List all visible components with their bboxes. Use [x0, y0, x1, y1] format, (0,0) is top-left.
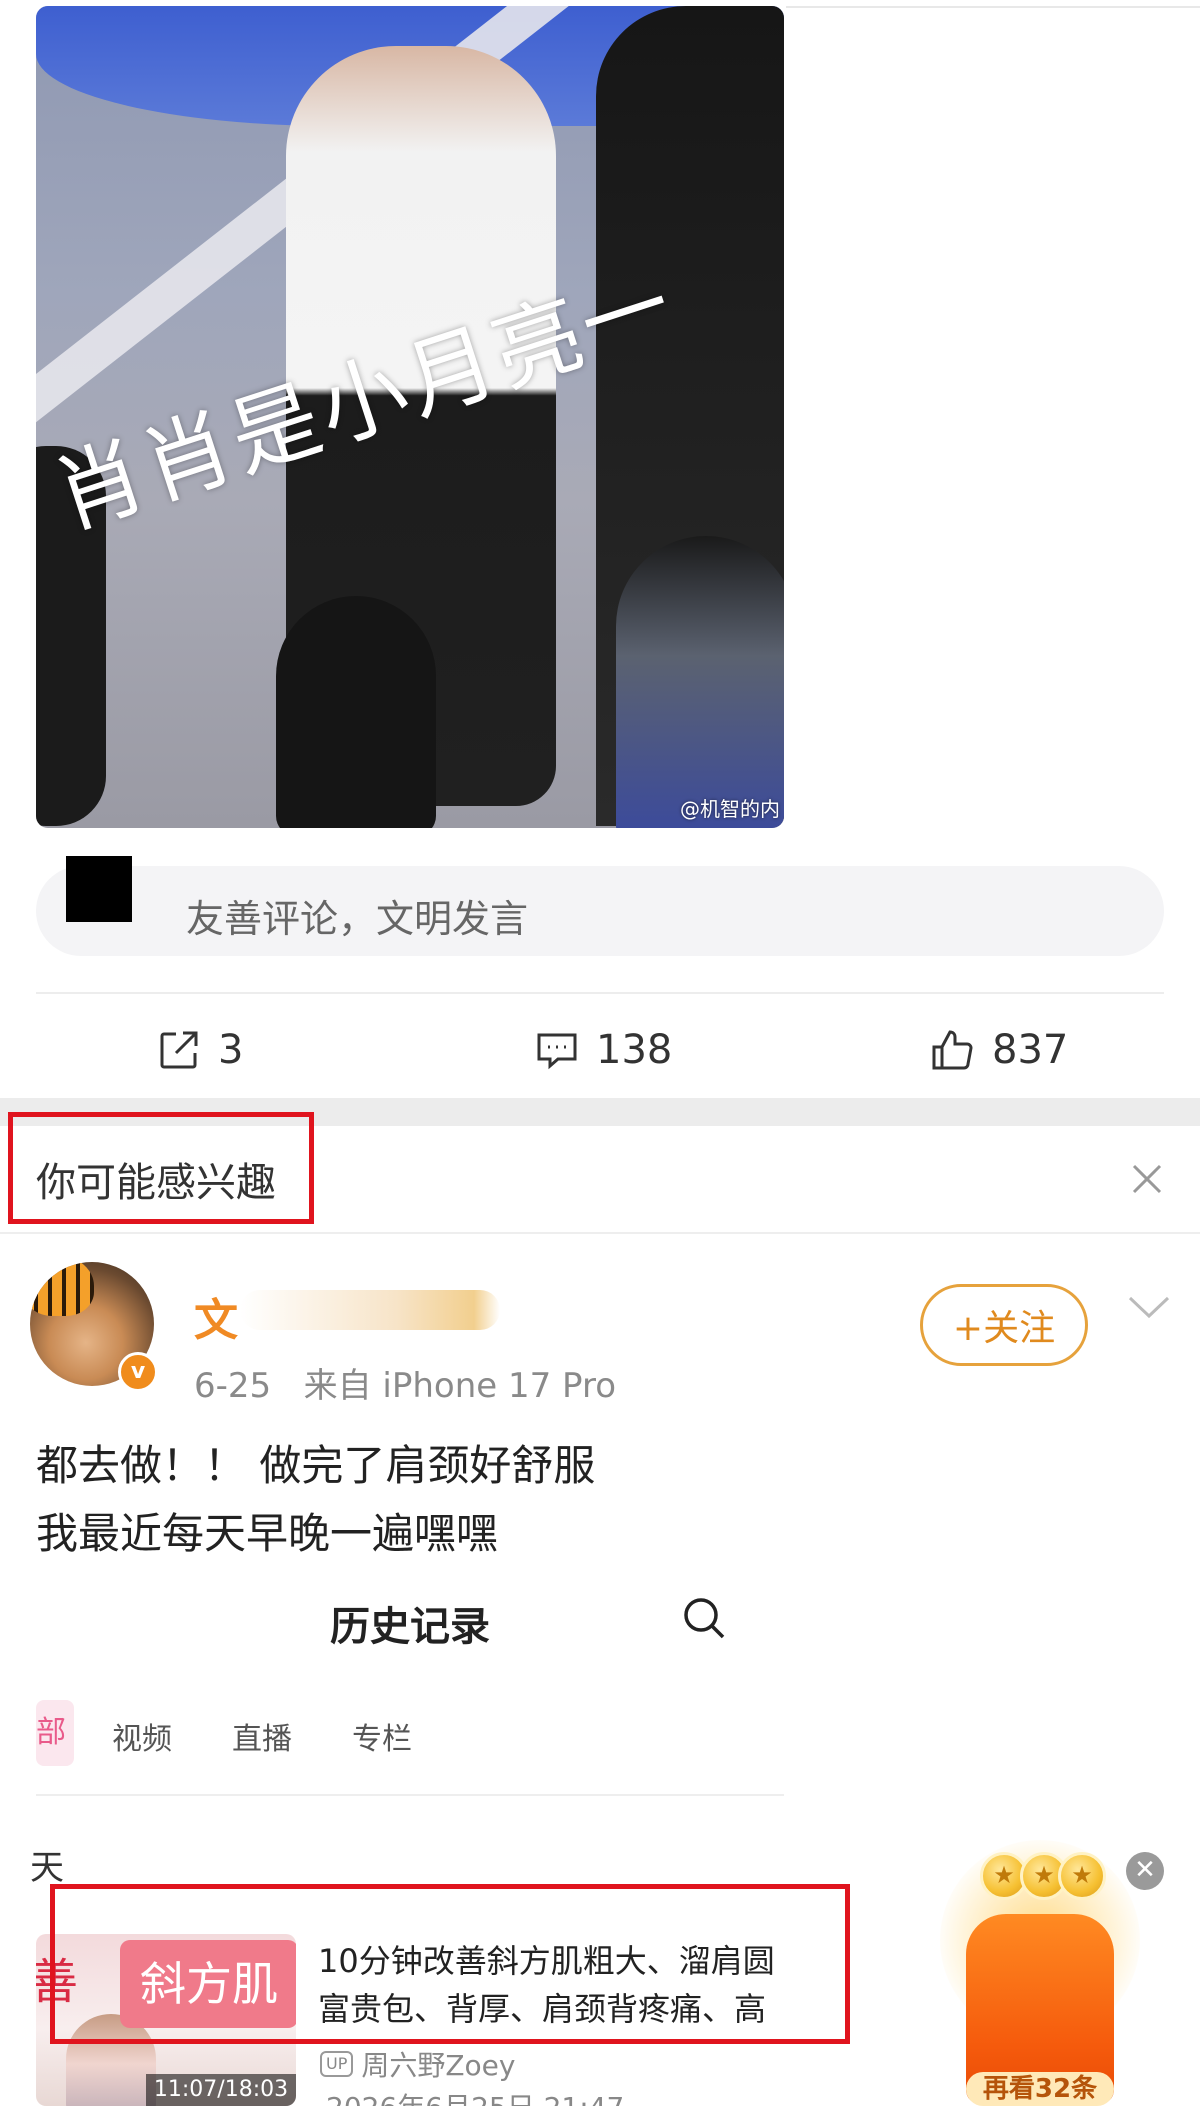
watch-time: 2026年6月25日 21:47 — [326, 2086, 624, 2106]
post-source: 来自 iPhone 17 Pro — [303, 1366, 617, 1406]
verified-icon: v — [118, 1352, 158, 1392]
action-bar: 3 138 837 — [0, 1010, 1200, 1090]
like-count: 837 — [992, 1027, 1069, 1073]
image-figure-sitting-right — [616, 536, 784, 828]
video-progress: 11:07/18:03 — [146, 2074, 296, 2106]
up-badge: UP — [320, 2051, 354, 2077]
post-meta: 6-25 来自 iPhone 17 Pro — [194, 1358, 616, 1407]
self-avatar — [66, 856, 132, 922]
repost-button[interactable]: 3 — [156, 1010, 243, 1090]
repost-icon — [160, 1031, 198, 1069]
image-watermark: @机智的内 — [680, 797, 780, 821]
history-day-label: 天 — [30, 1848, 64, 1888]
history-title: 历史记录 — [330, 1604, 490, 1650]
repost-count: 3 — [218, 1027, 244, 1073]
thumbs-up-icon — [932, 1030, 973, 1070]
red-packet-close-button[interactable]: ✕ — [1126, 1852, 1164, 1890]
uploader-name: 周六野Zoey — [361, 2049, 516, 2082]
divider — [0, 1232, 1200, 1234]
chevron-down-icon[interactable] — [1126, 1292, 1172, 1322]
user-name[interactable]: 文 — [194, 1284, 238, 1348]
post-image[interactable]: 肖肖是小月亮一 @机智的内 — [36, 6, 784, 828]
divider — [36, 992, 1164, 994]
post-text-line: 我最近每天早晚一遍嘿嘿 — [36, 1509, 499, 1558]
video-uploader[interactable]: UP 周六野Zoey — [320, 2044, 515, 2084]
tab-all[interactable]: 部 — [36, 1700, 74, 1766]
annotation-highlight-video — [50, 1884, 850, 2044]
comment-count: 138 — [596, 1027, 673, 1073]
red-packet-label[interactable]: 再看32条 — [966, 2072, 1114, 2106]
tab-live[interactable]: 直播 — [232, 1714, 292, 1758]
comment-input[interactable]: 友善评论，文明发言 — [36, 866, 1164, 956]
user-name-redaction — [240, 1290, 500, 1330]
comment-button[interactable]: 138 — [534, 1010, 672, 1090]
tiger-pendant-icon — [30, 1262, 94, 1316]
search-icon[interactable] — [680, 1594, 728, 1642]
like-button[interactable]: 837 — [930, 1010, 1068, 1090]
post-date: 6-25 — [194, 1366, 272, 1406]
post-text-line: 都去做！！ 做完了肩颈好舒服 — [36, 1441, 596, 1490]
comment-input-row[interactable]: 友善评论，文明发言 — [36, 866, 1164, 956]
close-icon[interactable] — [1130, 1162, 1164, 1196]
image-figure-sitting — [276, 596, 436, 828]
coin-icon: ★ — [1058, 1852, 1106, 1900]
divider — [36, 1794, 784, 1796]
follow-button[interactable]: +关注 — [920, 1284, 1088, 1366]
tab-column[interactable]: 专栏 — [352, 1714, 412, 1758]
comment-icon — [537, 1033, 577, 1070]
comment-placeholder: 友善评论，文明发言 — [186, 897, 529, 941]
tab-video[interactable]: 视频 — [112, 1714, 172, 1758]
annotation-highlight-title — [8, 1112, 314, 1224]
top-divider — [786, 6, 1200, 8]
